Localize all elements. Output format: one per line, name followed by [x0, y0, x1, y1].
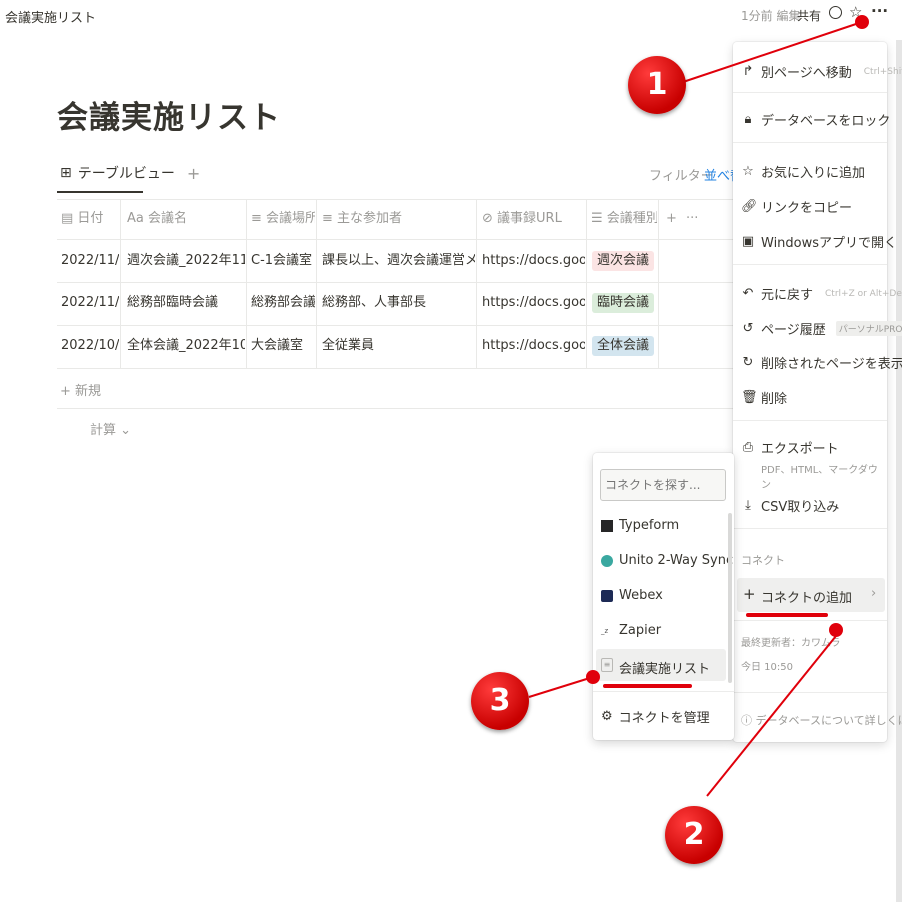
annotation-dot-1 [855, 15, 869, 29]
annotation-dot-3 [586, 670, 600, 684]
annotation-badge-3: 3 [471, 672, 529, 730]
annotation-dot-2 [829, 623, 843, 637]
annotation-arrows [528, 21, 863, 797]
annotation-underline-3 [603, 684, 692, 688]
annotation-badge-1: 1 [628, 56, 686, 114]
arrow-line-1 [682, 21, 863, 83]
arrow-line-3 [528, 676, 594, 698]
arrow-line-2 [706, 630, 841, 797]
annotation-underline-2 [746, 613, 828, 617]
annotation-badge-2: 2 [665, 806, 723, 864]
